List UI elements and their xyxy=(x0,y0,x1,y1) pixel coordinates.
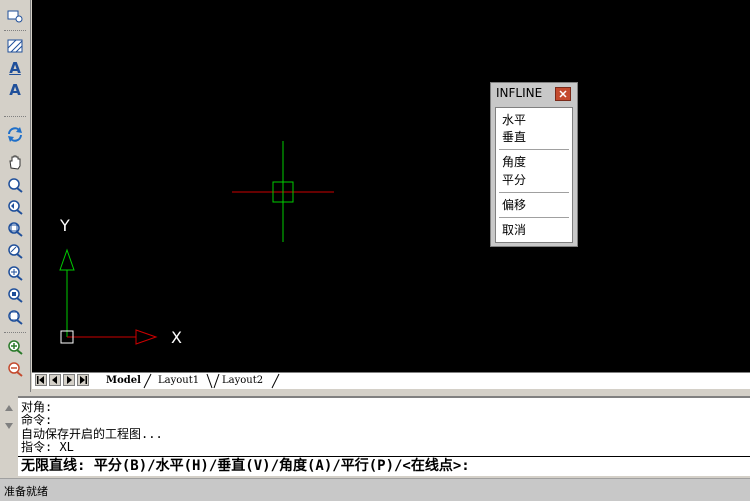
layout-tabs-bar: Model Layout1 Layout2 xyxy=(32,372,750,389)
menu-item-bisect[interactable]: 平分 xyxy=(502,172,526,188)
tab-model[interactable]: Model xyxy=(106,374,141,388)
command-history-line: 指令: XL xyxy=(21,440,74,454)
command-prompt[interactable]: 无限直线: 平分(B)/水平(H)/垂直(V)/角度(A)/平行(P)/<在线点… xyxy=(18,456,750,477)
prev-icon xyxy=(52,376,57,384)
canvas-graphics xyxy=(59,141,334,345)
status-bar: 准备就绪 xyxy=(0,478,750,501)
menu-item-vertical[interactable]: 垂直 xyxy=(502,129,526,145)
zoom-out-icon[interactable] xyxy=(4,359,26,379)
crosshair-cursor xyxy=(232,141,334,242)
menu-separator xyxy=(499,149,569,150)
zoom-previous-icon[interactable] xyxy=(4,197,26,217)
popup-menu: 水平 垂直 角度 平分 偏移 取消 xyxy=(495,107,573,243)
next-tab-button[interactable] xyxy=(63,374,75,386)
axis-label-x: X xyxy=(171,328,182,347)
popup-titlebar[interactable]: INFLINE xyxy=(491,83,577,105)
close-icon xyxy=(559,90,567,98)
zoom-extents-icon[interactable] xyxy=(4,307,26,327)
first-tab-button[interactable] xyxy=(35,374,47,386)
zoom-realtime-icon[interactable] xyxy=(4,175,26,195)
last-icon xyxy=(80,376,87,384)
left-toolbar: A A xyxy=(0,0,31,392)
zoom-window-icon[interactable] xyxy=(4,219,26,239)
infline-popup: INFLINE 水平 垂直 角度 平分 偏移 取消 xyxy=(490,82,578,247)
scroll-up-icon[interactable] xyxy=(4,404,14,412)
insert-block-icon[interactable] xyxy=(4,6,26,26)
ucs-icon xyxy=(59,248,158,345)
menu-separator xyxy=(499,192,569,193)
menu-item-horizontal[interactable]: 水平 xyxy=(502,112,526,128)
first-icon xyxy=(37,376,44,384)
status-text: 准备就绪 xyxy=(4,485,48,498)
zoom-center-icon[interactable] xyxy=(4,285,26,305)
hatch-icon[interactable] xyxy=(4,36,26,56)
axis-label-y: Y xyxy=(60,216,70,235)
close-button[interactable] xyxy=(555,87,571,101)
menu-item-offset[interactable]: 偏移 xyxy=(502,197,526,213)
command-prompt-text: 无限直线: 平分(B)/水平(H)/垂直(V)/角度(A)/平行(P)/<在线点… xyxy=(21,458,470,474)
tab-layout2[interactable]: Layout2 xyxy=(222,374,263,388)
popup-title: INFLINE xyxy=(496,86,543,100)
zoom-scale-icon[interactable] xyxy=(4,263,26,283)
multiline-text-icon[interactable]: A xyxy=(4,80,26,100)
command-scroll-gutter[interactable] xyxy=(0,396,18,476)
command-history-line: 命令: xyxy=(21,413,53,427)
next-icon xyxy=(67,376,72,384)
regen-icon[interactable] xyxy=(4,124,26,144)
menu-item-angle[interactable]: 角度 xyxy=(502,154,526,170)
tab-layout1[interactable]: Layout1 xyxy=(158,374,199,388)
menu-item-cancel[interactable]: 取消 xyxy=(502,222,526,238)
pan-icon[interactable] xyxy=(4,152,26,172)
last-tab-button[interactable] xyxy=(77,374,89,386)
text-icon[interactable]: A xyxy=(4,58,26,78)
scroll-down-icon[interactable] xyxy=(4,422,14,430)
command-window[interactable]: 对角: 命令: 自动保存开启的工程图... 指令: XL 无限直线: 平分(B)… xyxy=(18,396,750,476)
zoom-dynamic-icon[interactable] xyxy=(4,241,26,261)
drawing-canvas[interactable]: Y X xyxy=(32,0,750,372)
menu-separator xyxy=(499,217,569,218)
prev-tab-button[interactable] xyxy=(49,374,61,386)
zoom-in-icon[interactable] xyxy=(4,337,26,357)
